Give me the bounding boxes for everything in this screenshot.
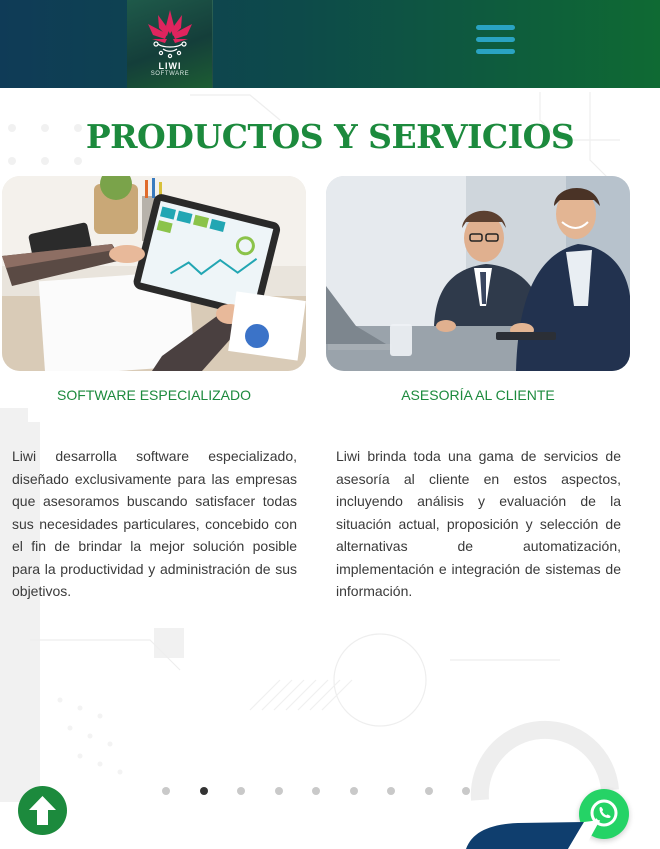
site-header: LIWI SOFTWARE [0,0,660,88]
lotus-logo-icon [148,10,192,59]
logo[interactable]: LIWI SOFTWARE [127,0,213,88]
carousel-dot[interactable] [162,787,170,795]
carousel-dots [0,787,660,797]
carousel-dot[interactable] [424,787,433,795]
hamburger-menu-button[interactable] [476,25,516,57]
carousel-dot[interactable] [199,787,208,795]
consulting-image [326,176,630,371]
carousel-dot[interactable] [274,787,283,795]
hamburger-menu-icon [476,25,515,30]
card-description-software: Liwi desarrolla software especializado, … [12,448,297,599]
card-title-software: SOFTWARE ESPECIALIZADO [57,387,251,403]
card-description-asesoria: Liwi brinda toda una gama de servicios d… [336,448,621,599]
section-title: PRODUCTOS Y SERVICIOS [85,117,575,156]
software-image [2,176,306,371]
carousel-dot[interactable] [237,787,245,795]
logo-subtitle: SOFTWARE [150,71,190,77]
footer-wave [466,820,600,849]
arrow-up-icon [29,796,56,825]
logo-name: LIWI [158,61,182,71]
carousel-dot[interactable] [312,787,320,795]
carousel-dot[interactable] [387,787,395,795]
scroll-top-button[interactable] [18,786,67,835]
card-title-asesoria: ASESORÍA AL CLIENTE [401,387,555,403]
carousel-dot[interactable] [349,787,358,795]
carousel-dot[interactable] [462,787,470,795]
